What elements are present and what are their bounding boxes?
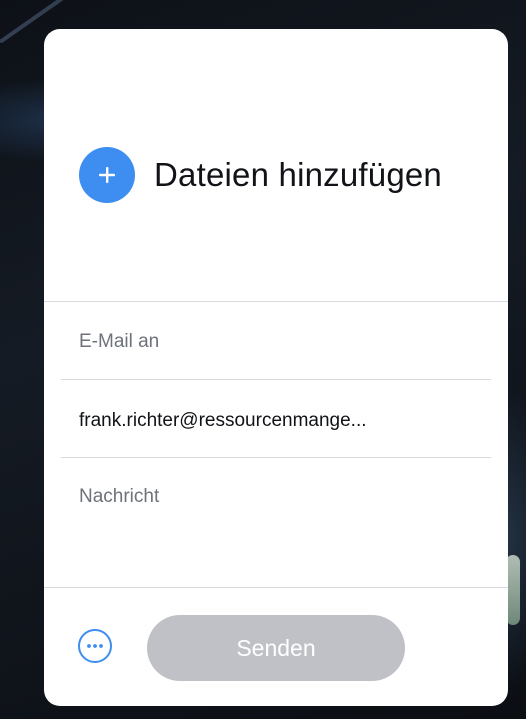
transfer-card: Dateien hinzufügen E-Mail an frank.richt… — [44, 29, 508, 706]
send-button-label: Senden — [236, 634, 316, 661]
divider — [61, 457, 491, 458]
divider — [44, 587, 508, 588]
email-to-label[interactable]: E-Mail an — [79, 331, 159, 353]
send-button[interactable]: Senden — [147, 615, 405, 681]
backdrop-edge-glow — [506, 555, 520, 625]
divider — [44, 301, 508, 302]
plus-icon[interactable] — [79, 147, 135, 203]
add-files-button[interactable]: Dateien hinzufügen — [79, 147, 442, 203]
add-files-label: Dateien hinzufügen — [154, 156, 442, 193]
more-options-icon[interactable] — [78, 629, 112, 663]
message-field[interactable]: Nachricht — [79, 486, 159, 508]
recipient-email-field[interactable]: frank.richter@ressourcenmange... — [79, 410, 367, 432]
divider — [61, 379, 491, 380]
